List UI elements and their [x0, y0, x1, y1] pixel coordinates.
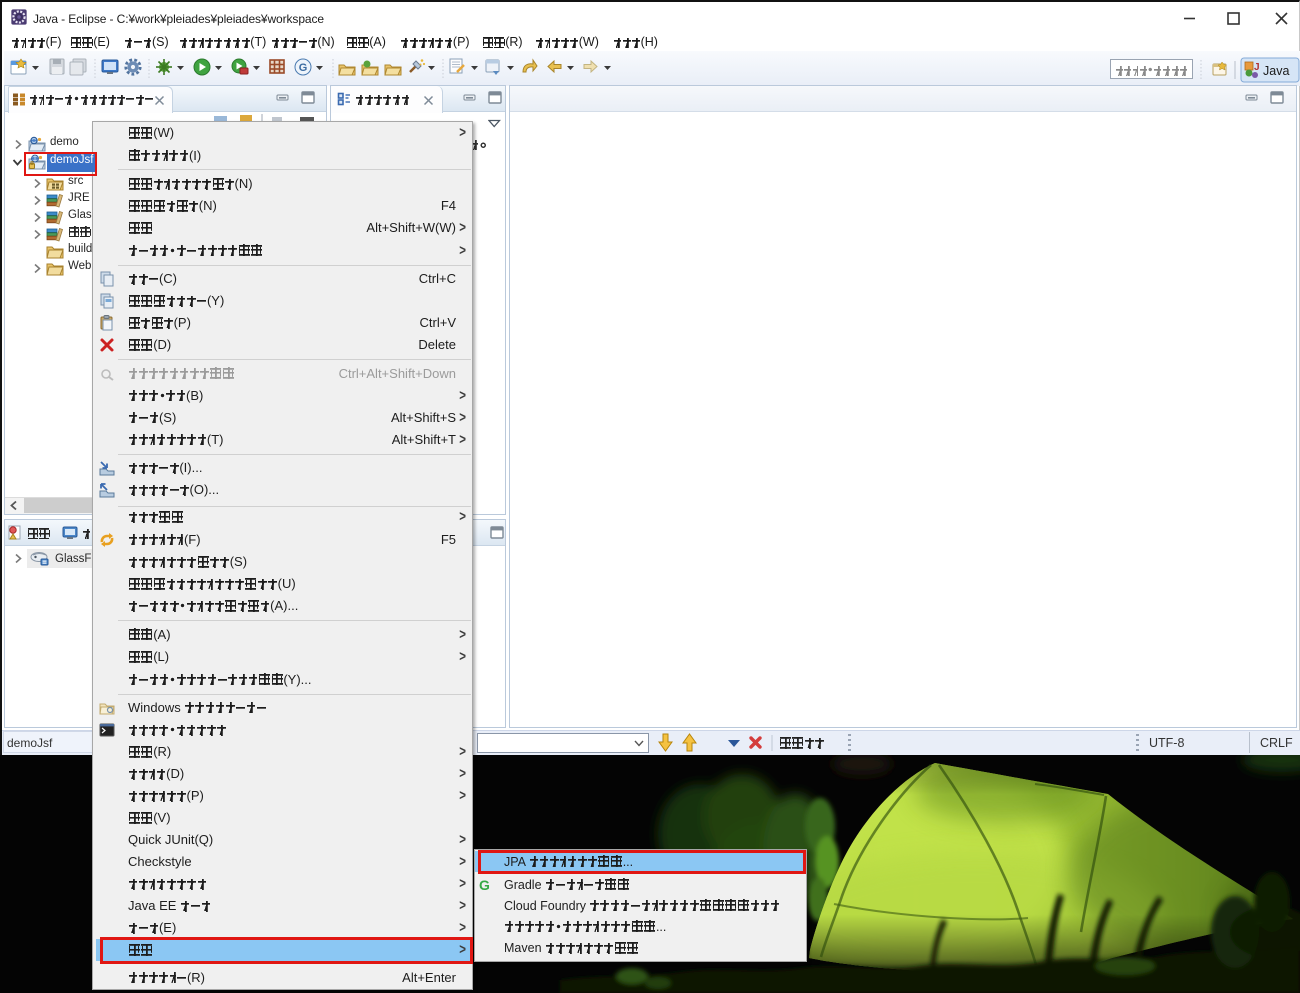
svg-text:Java: Java — [1263, 64, 1289, 78]
svg-text:J: J — [1254, 62, 1260, 73]
svg-text:G: G — [299, 62, 308, 74]
